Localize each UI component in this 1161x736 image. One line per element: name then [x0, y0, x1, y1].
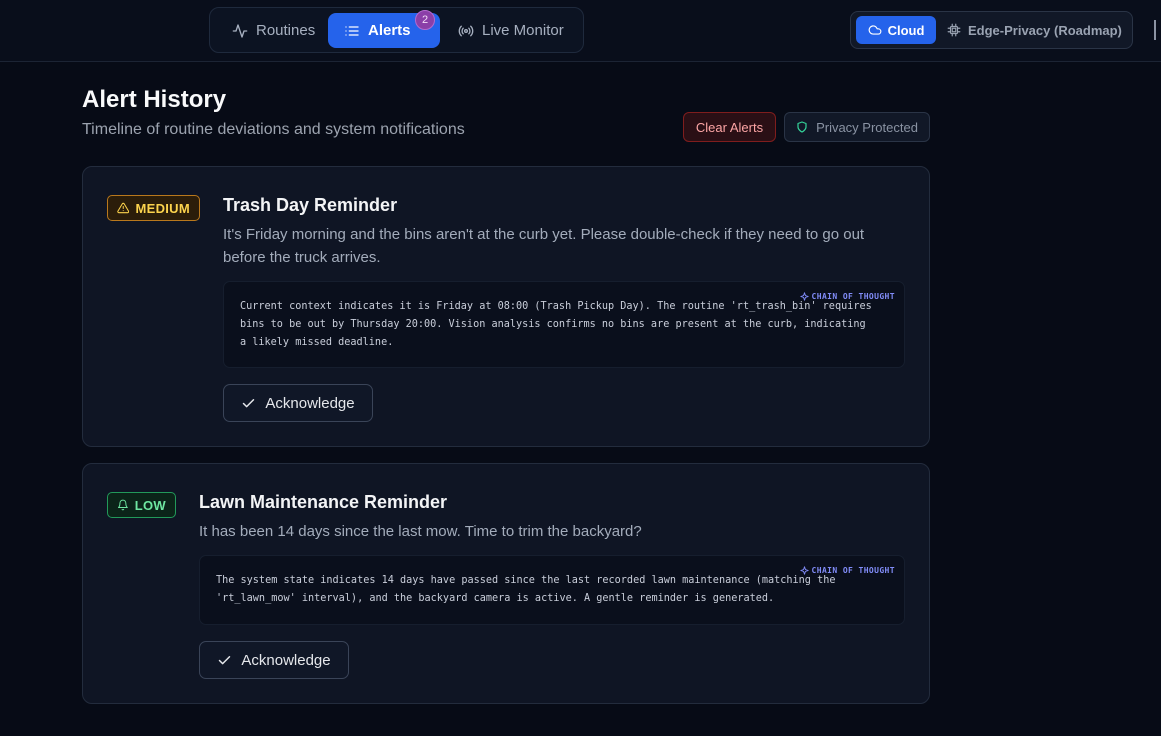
tab-live-monitor-label: Live Monitor	[482, 22, 564, 39]
cloud-icon	[868, 25, 881, 35]
acknowledge-button[interactable]: Acknowledge	[199, 641, 349, 679]
chain-of-thought-text: Current context indicates it is Friday a…	[240, 301, 872, 348]
radio-broadcast-icon	[458, 25, 474, 36]
cloud-mode-label: Cloud	[887, 22, 925, 38]
page-subtitle: Timeline of routine deviations and syste…	[82, 121, 465, 138]
severity-label: MEDIUM	[135, 200, 190, 216]
chain-of-thought-text: The system state indicates 14 days have …	[216, 575, 836, 604]
chain-of-thought-panel: CHAIN OF THOUGHT The system state indica…	[199, 555, 905, 625]
acknowledge-button[interactable]: Acknowledge	[223, 384, 373, 422]
privacy-protected-label: Privacy Protected	[816, 119, 918, 135]
shield-icon	[797, 121, 807, 133]
list-icon	[345, 25, 359, 36]
acknowledge-label: Acknowledge	[265, 394, 355, 412]
check-icon	[219, 655, 231, 664]
edge-privacy-mode-button[interactable]: Edge-Privacy (Roadmap)	[947, 16, 1122, 44]
tab-alerts[interactable]: Alerts 2	[328, 10, 440, 48]
trash-icon[interactable]	[1154, 20, 1161, 40]
bell-icon	[117, 499, 128, 511]
edge-privacy-mode-label: Edge-Privacy (Roadmap)	[968, 22, 1122, 38]
privacy-protected-badge: Privacy Protected	[784, 112, 930, 142]
warning-triangle-icon	[117, 202, 130, 214]
cloud-mode-button[interactable]: Cloud	[856, 16, 936, 44]
severity-badge-low: LOW	[107, 492, 176, 518]
alert-message: It's Friday morning and the bins aren't …	[223, 226, 865, 266]
alert-title: Lawn Maintenance Reminder	[199, 492, 448, 512]
activity-icon	[232, 23, 248, 38]
alert-title: Trash Day Reminder	[223, 195, 398, 215]
top-bar: Routines Alerts 2 Live Monitor Cloud Edg…	[0, 0, 1161, 62]
severity-badge-medium: MEDIUM	[107, 195, 200, 221]
chain-of-thought-panel: CHAIN OF THOUGHT Current context indicat…	[223, 281, 905, 368]
tab-routines-label: Routines	[256, 22, 316, 39]
alert-card: LOW Lawn Maintenance Reminder It has bee…	[82, 463, 930, 704]
main-nav: Routines Alerts 2 Live Monitor	[209, 7, 584, 53]
check-icon	[243, 398, 255, 407]
page-title: Alert History	[82, 86, 227, 113]
cpu-icon	[947, 23, 961, 37]
severity-label: LOW	[134, 497, 166, 513]
alert-card: MEDIUM Trash Day Reminder It's Friday mo…	[82, 166, 930, 447]
tab-alerts-label: Alerts	[368, 22, 411, 39]
tab-routines[interactable]: Routines	[220, 13, 332, 48]
tab-live-monitor[interactable]: Live Monitor	[446, 13, 576, 48]
acknowledge-label: Acknowledge	[241, 651, 331, 669]
alert-message: It has been 14 days since the last mow. …	[199, 523, 642, 540]
clear-alerts-button[interactable]: Clear Alerts	[683, 112, 776, 142]
deployment-mode-toggle: Cloud Edge-Privacy (Roadmap)	[850, 11, 1133, 49]
alerts-count-badge: 2	[415, 10, 435, 30]
